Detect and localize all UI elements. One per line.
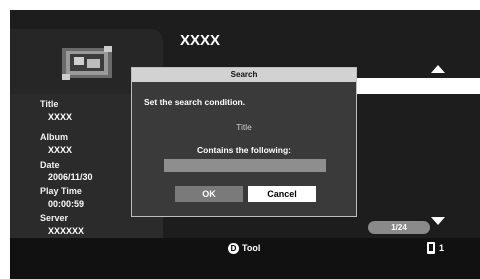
cancel-button[interactable]: Cancel bbox=[248, 186, 316, 202]
scroll-down-arrow-icon[interactable] bbox=[431, 217, 445, 225]
search-dialog: Search Set the search condition. Title C… bbox=[131, 67, 357, 217]
document-icon bbox=[427, 242, 435, 254]
server-value: XXXXXX bbox=[48, 226, 85, 236]
dialog-message: Set the search condition. bbox=[144, 97, 246, 107]
tv-screen: Title XXXX Album XXXX Date 2006/11/30 Pl… bbox=[10, 10, 480, 279]
dialog-title: Search bbox=[132, 68, 356, 82]
search-field-name[interactable]: Title bbox=[132, 122, 356, 132]
search-input[interactable] bbox=[164, 159, 326, 172]
album-value: XXXX bbox=[48, 145, 73, 155]
playtime-value: 00:00:59 bbox=[48, 199, 85, 209]
playtime-label: Play Time bbox=[40, 186, 82, 196]
video-thumbnail-icon bbox=[62, 46, 112, 80]
date-label: Date bbox=[40, 160, 60, 170]
page-title: XXXX bbox=[180, 32, 221, 49]
album-label: Album bbox=[40, 132, 68, 142]
counter-value: 1 bbox=[439, 243, 445, 253]
tool-button-icon[interactable]: D bbox=[228, 243, 239, 254]
title-value: XXXX bbox=[48, 112, 73, 122]
tool-label[interactable]: Tool bbox=[242, 243, 260, 253]
server-label: Server bbox=[40, 213, 69, 223]
title-label: Title bbox=[40, 99, 59, 109]
list-item-highlight[interactable] bbox=[355, 78, 480, 94]
condition-label: Contains the following: bbox=[197, 145, 291, 155]
ok-button[interactable]: OK bbox=[175, 186, 243, 202]
date-value: 2006/11/30 bbox=[48, 172, 93, 182]
page-indicator: 1/24 bbox=[368, 221, 430, 234]
scroll-up-arrow-icon[interactable] bbox=[431, 65, 445, 73]
